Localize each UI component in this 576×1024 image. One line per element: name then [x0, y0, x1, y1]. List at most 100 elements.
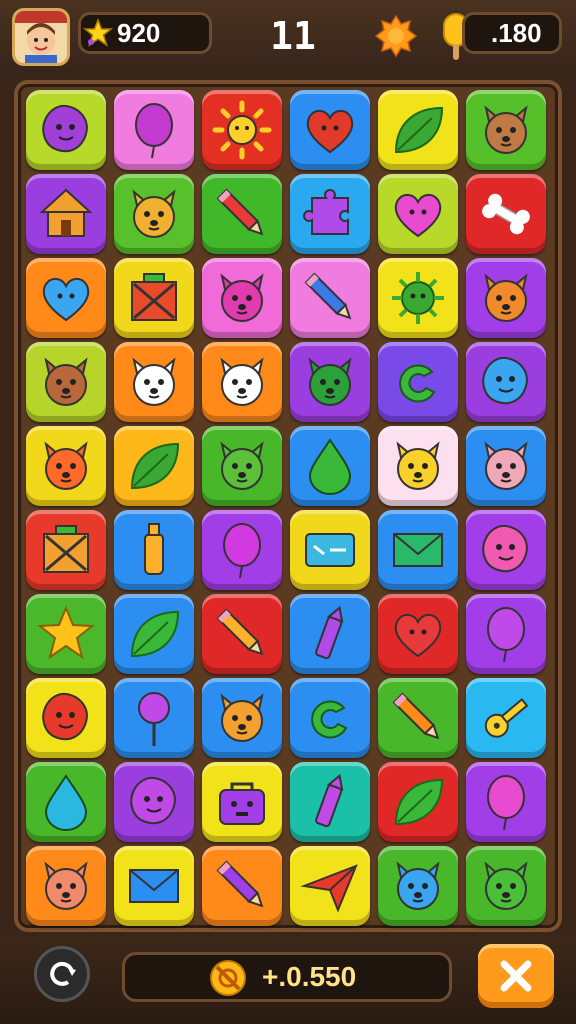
- board-tile[interactable]: [378, 90, 458, 170]
- animal-icon: [396, 861, 440, 910]
- board-tile[interactable]: [114, 426, 194, 506]
- board-tile[interactable]: [466, 678, 546, 758]
- board-tile[interactable]: [114, 510, 194, 590]
- board-tile[interactable]: [202, 594, 282, 674]
- board-tile[interactable]: [290, 762, 370, 842]
- board-tile[interactable]: [114, 594, 194, 674]
- refresh-button[interactable]: [34, 946, 90, 1002]
- board-tile[interactable]: [290, 678, 370, 758]
- board-tile[interactable]: [114, 90, 194, 170]
- board-tile[interactable]: [202, 258, 282, 338]
- board-tile[interactable]: [378, 426, 458, 506]
- board-tile[interactable]: [378, 678, 458, 758]
- crayon-icon: [315, 605, 344, 660]
- card-icon: [305, 533, 355, 567]
- board-tile[interactable]: [202, 426, 282, 506]
- leaf-icon: [394, 778, 444, 826]
- plane-icon: [300, 864, 358, 913]
- board-tile[interactable]: [114, 762, 194, 842]
- board-tile[interactable]: [114, 174, 194, 254]
- board-tile[interactable]: [26, 846, 106, 926]
- board-tile[interactable]: [466, 174, 546, 254]
- animal-icon: [396, 441, 440, 490]
- heart-icon: [394, 194, 442, 238]
- board-tile[interactable]: [26, 426, 106, 506]
- board-tile[interactable]: [26, 762, 106, 842]
- board-tile[interactable]: [26, 594, 106, 674]
- lollipop-icon: [138, 692, 170, 746]
- board-tile[interactable]: [290, 342, 370, 422]
- board-tile[interactable]: [378, 594, 458, 674]
- pencil-icon: [216, 188, 264, 236]
- board-tile[interactable]: [114, 846, 194, 926]
- star-icon: [37, 605, 95, 660]
- board-tile[interactable]: [202, 342, 282, 422]
- board-tile[interactable]: [466, 846, 546, 926]
- board-tile[interactable]: [466, 762, 546, 842]
- board-tile[interactable]: [466, 342, 546, 422]
- refresh-icon: [50, 961, 76, 986]
- board-tile[interactable]: [202, 762, 282, 842]
- balloon-icon: [135, 103, 173, 159]
- board-tile[interactable]: [290, 510, 370, 590]
- animal-icon: [220, 693, 264, 742]
- star-icon: [83, 18, 113, 47]
- board-tile[interactable]: [466, 426, 546, 506]
- animal-icon: [132, 357, 176, 406]
- player-avatar[interactable]: [12, 8, 70, 66]
- blob-icon: [42, 104, 88, 153]
- game-board: [14, 80, 562, 932]
- board-tile[interactable]: [290, 846, 370, 926]
- board-tile[interactable]: [114, 342, 194, 422]
- board-tile[interactable]: [378, 174, 458, 254]
- key-icon: [484, 698, 529, 738]
- board-tile[interactable]: [26, 342, 106, 422]
- animal-icon: [484, 861, 528, 910]
- board-tile[interactable]: [290, 426, 370, 506]
- coin-icon: [210, 960, 246, 996]
- animal-icon: [220, 357, 264, 406]
- board-tile[interactable]: [26, 90, 106, 170]
- board-tile[interactable]: [466, 510, 546, 590]
- close-button[interactable]: [478, 944, 554, 1008]
- board-tile[interactable]: [466, 594, 546, 674]
- board-tile[interactable]: [290, 594, 370, 674]
- board-tile[interactable]: [290, 174, 370, 254]
- board-tile[interactable]: [378, 846, 458, 926]
- coins-value: .180: [491, 18, 542, 48]
- board-tile[interactable]: [290, 90, 370, 170]
- board-tile[interactable]: [202, 90, 282, 170]
- board-tile[interactable]: [378, 762, 458, 842]
- board-tile[interactable]: [202, 846, 282, 926]
- sun-badge-icon[interactable]: [374, 14, 418, 58]
- pencil-icon: [216, 860, 264, 908]
- leaf-icon: [130, 610, 180, 658]
- board-tile[interactable]: [26, 678, 106, 758]
- board-tile[interactable]: [378, 510, 458, 590]
- animal-icon: [484, 105, 528, 154]
- bonus-value: +.0.550: [262, 961, 357, 992]
- bone-icon: [482, 193, 530, 235]
- blob-icon: [42, 692, 88, 741]
- blob-icon: [130, 776, 176, 825]
- board-tile[interactable]: [378, 258, 458, 338]
- board-tile[interactable]: [202, 678, 282, 758]
- balloon-icon: [223, 523, 261, 579]
- leaf-icon: [394, 106, 444, 154]
- board-tile[interactable]: [202, 510, 282, 590]
- leaf-icon: [130, 442, 180, 490]
- board-tile[interactable]: [114, 258, 194, 338]
- board-tile[interactable]: [26, 174, 106, 254]
- drop-icon: [308, 438, 352, 495]
- coins-panel: .180: [462, 12, 562, 54]
- board-tile[interactable]: [290, 258, 370, 338]
- board-tile[interactable]: [466, 90, 546, 170]
- board-tile[interactable]: [26, 258, 106, 338]
- board-tile[interactable]: [114, 678, 194, 758]
- board-tile[interactable]: [466, 258, 546, 338]
- board-tile[interactable]: [202, 174, 282, 254]
- crayon-icon: [315, 773, 344, 828]
- board-tile[interactable]: [378, 342, 458, 422]
- avatar-icon: [15, 11, 67, 63]
- board-tile[interactable]: [26, 510, 106, 590]
